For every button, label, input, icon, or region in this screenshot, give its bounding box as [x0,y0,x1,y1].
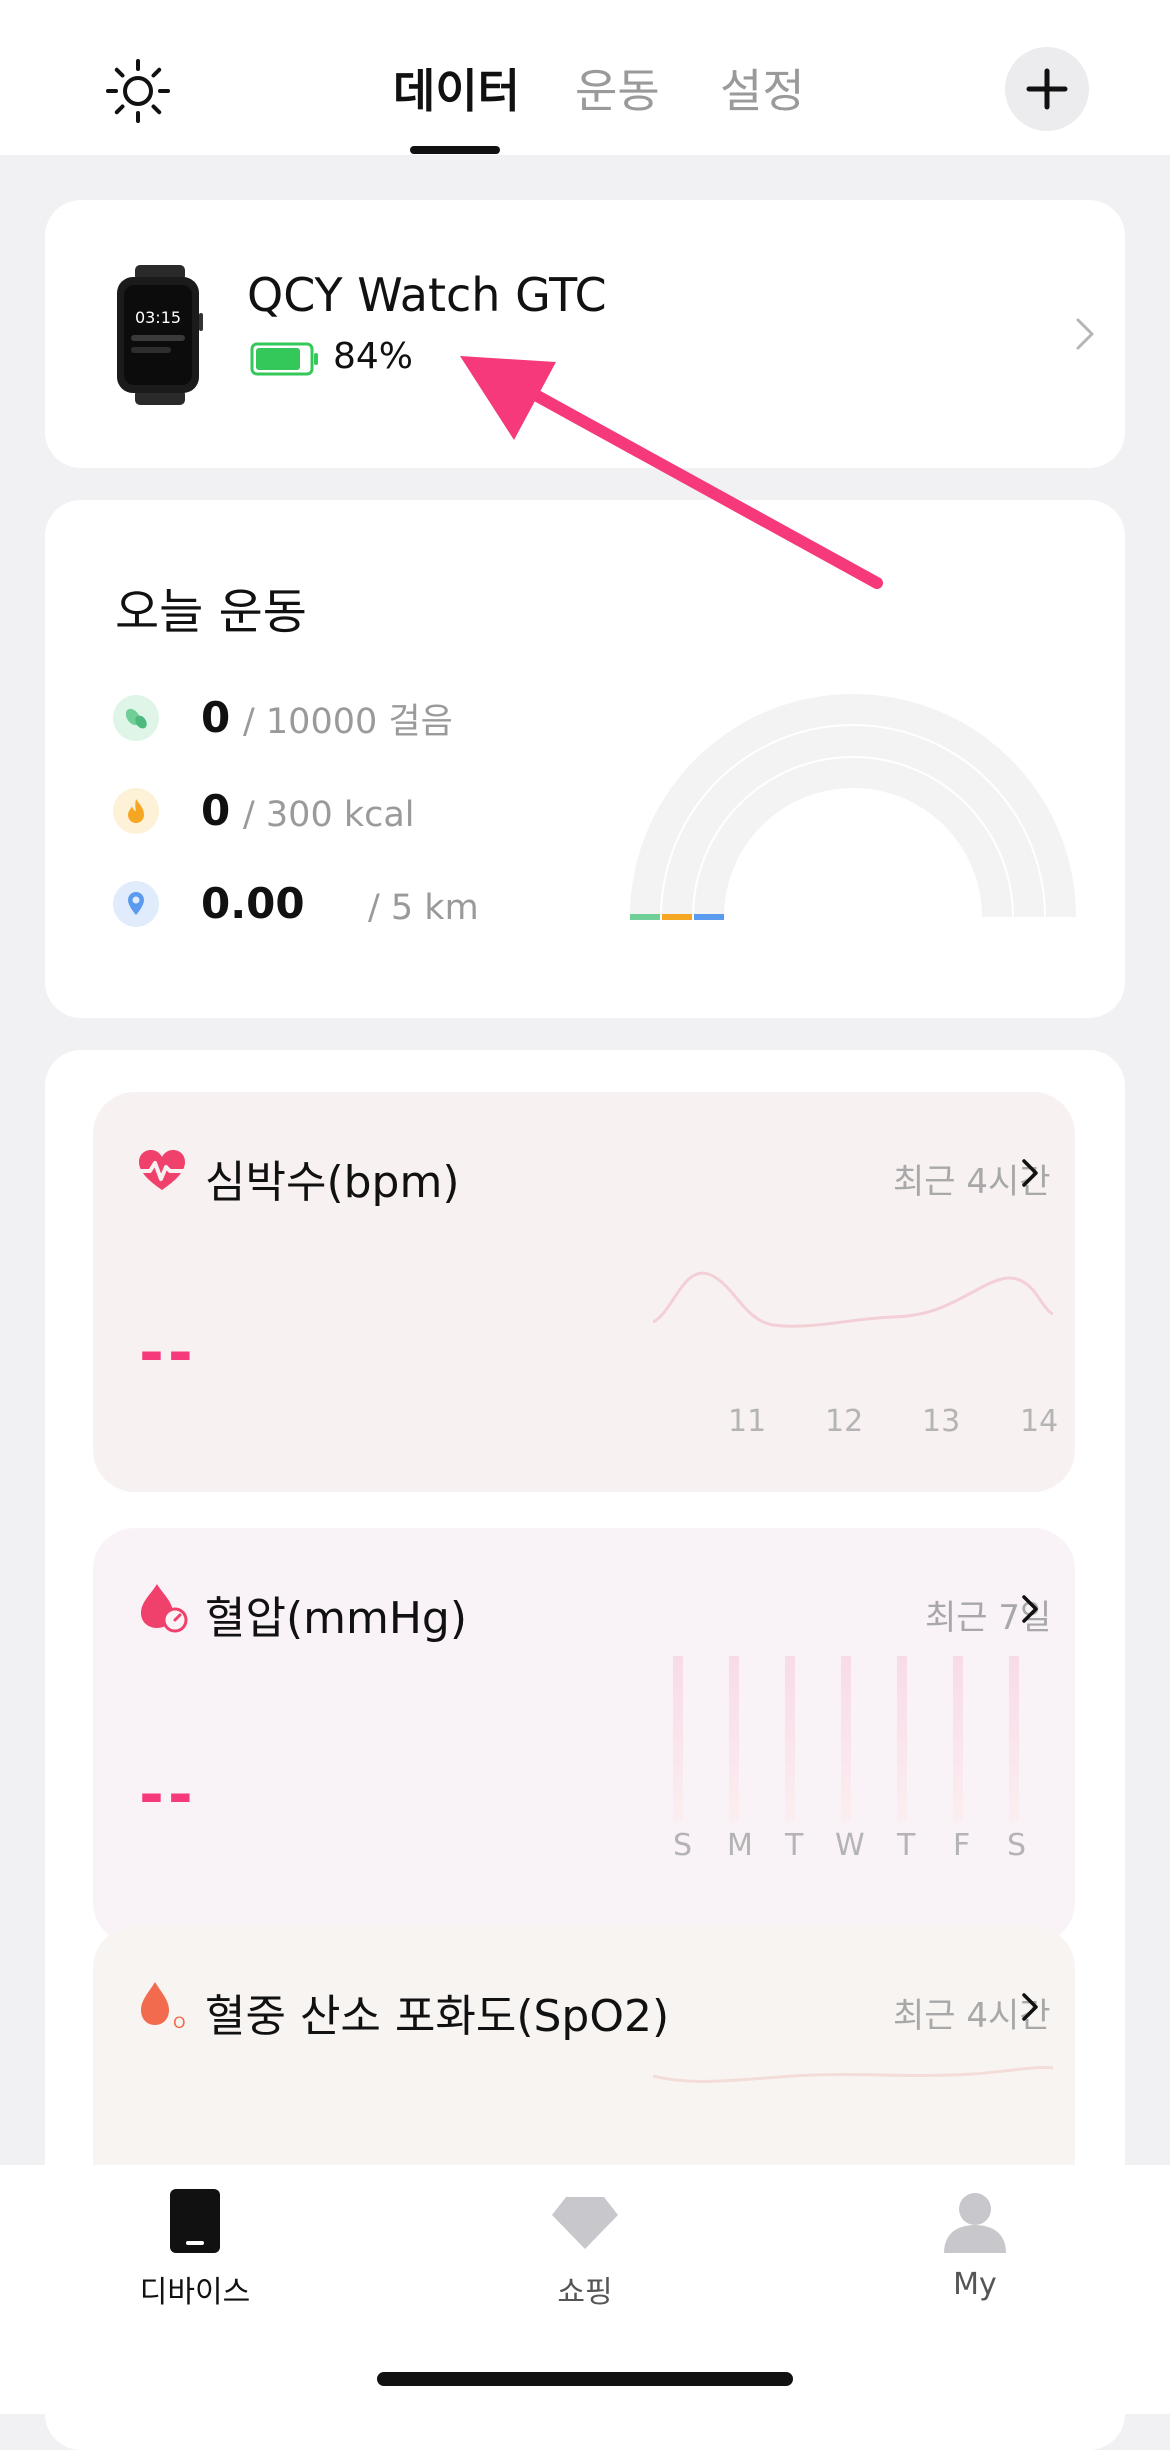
nav-device-label: 디바이스 [139,2275,251,2310]
nav-my-label: My [953,2267,997,2302]
blood-pressure-bar-chart [673,1656,1019,1821]
exercise-title: 오늘 운동 [115,584,307,640]
home-indicator [377,2372,793,2386]
top-bar: 데이터 운동 설정 [0,0,1170,155]
location-pin-icon [113,881,159,927]
day-tick: M [727,1828,753,1863]
chevron-right-icon [1076,318,1094,350]
spo2-title: 혈중 산소 포화도(SpO2) [205,1991,670,2042]
device-icon [170,2189,220,2253]
blood-pressure-title: 혈압(mmHg) [205,1593,468,1644]
steps-goal: / 10000 걸음 [243,702,453,742]
flame-icon [113,788,159,834]
heart-rate-title: 심박수(bpm) [205,1157,460,1208]
time-tick: 12 [825,1404,864,1439]
profile-icon [944,2193,1006,2253]
nav-shopping-label: 쇼핑 [557,2275,613,2310]
blood-pressure-icon [141,1584,188,1633]
tab-exercise[interactable]: 운동 [575,58,660,124]
chevron-right-icon [1022,1993,1038,2021]
day-tick: T [897,1828,916,1863]
blood-pressure-value: -- [139,1760,197,1830]
device-name: QCY Watch GTC [247,268,607,322]
blood-oxygen-icon: O [141,1982,186,2032]
battery-percentage: 84% [333,336,414,377]
watch-image: 03:15 [117,265,203,405]
heart-rate-value: -- [139,1318,197,1388]
activity-rings-gauge [630,694,1076,920]
distance-goal: / 5 km [368,888,479,928]
device-card[interactable]: 03:15 QCY Watch GTC 84% [45,200,1125,468]
sun-icon[interactable] [105,58,171,124]
heart-rate-line-chart [653,1271,1053,1328]
nav-shopping[interactable]: 쇼핑 [455,2165,715,2345]
distance-value: 0.00 [201,879,305,928]
battery-icon [250,342,318,376]
calories-goal: / 300 kcal [243,795,415,835]
day-tick: S [673,1828,693,1863]
today-exercise-card[interactable]: 오늘 운동 0 / 10000 걸음 0 / 300 kcal 0.00 / 5 [45,500,1125,1018]
steps-value: 0 [201,693,231,742]
blood-pressure-card[interactable]: 혈압(mmHg) 최근 7일 -- S M T W T F S [93,1528,1075,1944]
time-tick: 13 [922,1404,961,1439]
plus-icon [1026,68,1068,110]
nav-device[interactable]: 디바이스 [65,2165,325,2345]
tab-settings[interactable]: 설정 [720,58,805,124]
time-tick: 14 [1020,1404,1059,1439]
spo2-line-chart [653,2066,1053,2083]
day-tick: W [835,1828,865,1863]
svg-text:O: O [173,2013,186,2032]
calories-value: 0 [201,786,231,835]
footsteps-icon [113,695,159,741]
nav-my[interactable]: My [845,2165,1105,2345]
day-tick: T [785,1828,804,1863]
add-device-button[interactable] [1005,47,1089,131]
watch-time: 03:15 [135,308,181,327]
heart-rate-icon [135,1150,189,1190]
day-tick: S [1007,1828,1027,1863]
day-tick: F [953,1828,971,1863]
time-tick: 11 [728,1404,767,1439]
heart-rate-card[interactable]: 심박수(bpm) 최근 4시간 -- 11 12 13 14 [93,1092,1075,1492]
diamond-icon [552,2197,618,2249]
chevron-right-icon [1022,1159,1038,1187]
tab-data[interactable]: 데이터 [393,58,520,124]
active-tab-indicator [410,146,500,154]
chevron-right-icon [1022,1595,1038,1623]
